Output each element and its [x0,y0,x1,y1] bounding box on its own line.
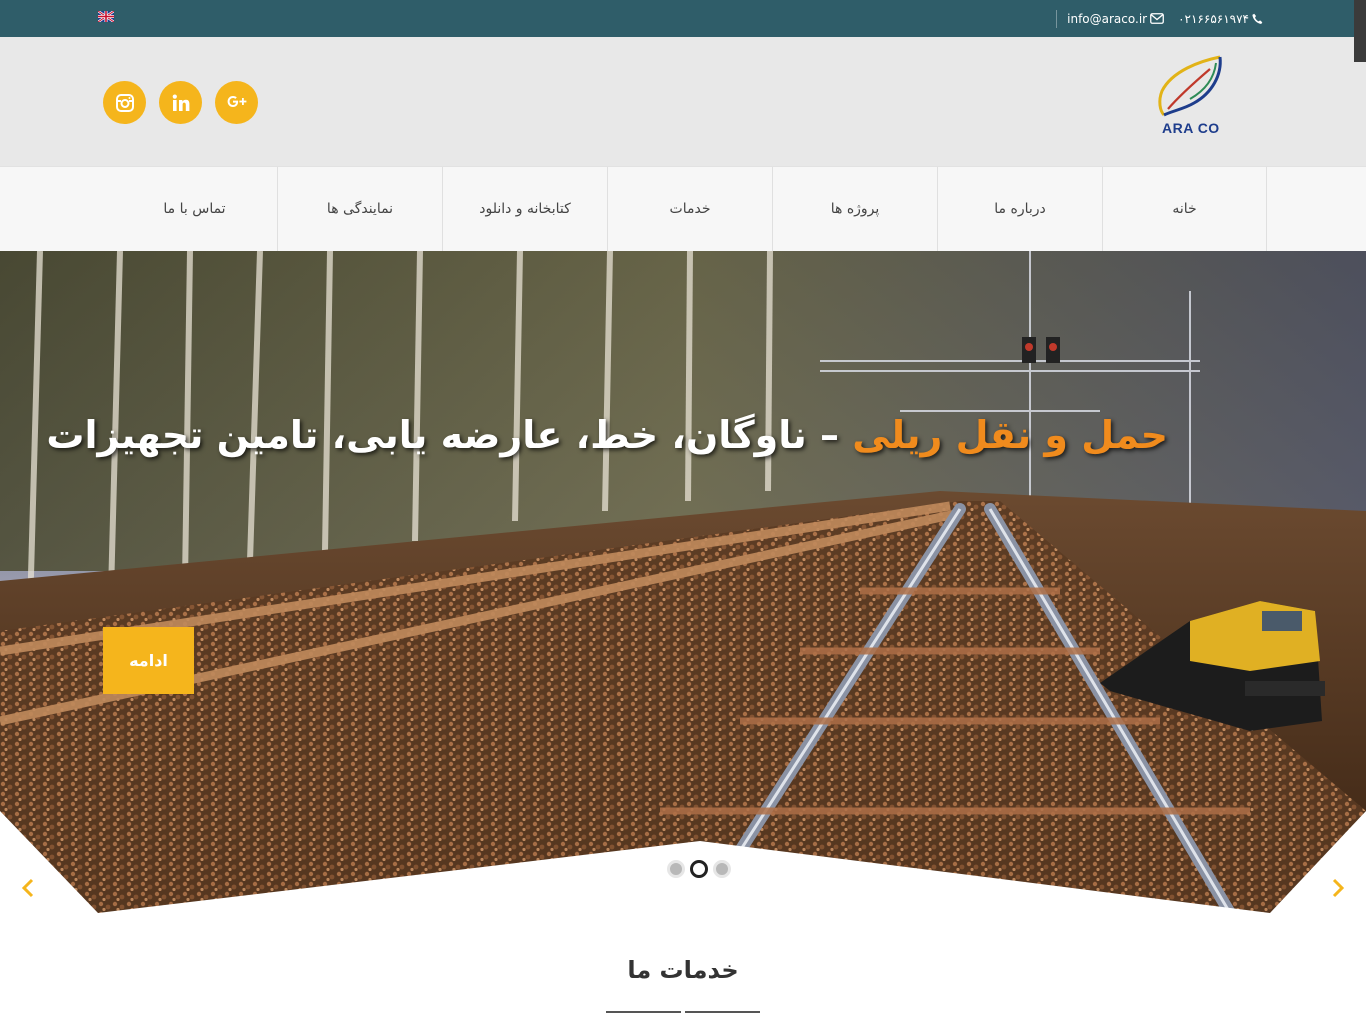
title-underline-left [606,1011,681,1013]
envelope-icon [1150,13,1164,24]
nav-agencies[interactable]: نمایندگی ها [277,167,442,251]
uk-flag-icon[interactable] [98,11,114,22]
instagram-button[interactable] [103,81,146,124]
phone-link[interactable]: ۰۲۱۶۶۵۶۱۹۷۴ [1178,12,1263,26]
railway-scene-image [0,251,1366,913]
nav-contact[interactable]: تماس با ما [112,167,277,251]
next-slide-arrow-icon[interactable] [1328,876,1348,900]
divider [1056,9,1058,28]
site-header: ARA CO [0,37,1366,166]
page-scrollbar[interactable] [1354,0,1366,62]
services-title: خدمات ما [627,956,739,984]
phone-icon [1252,13,1263,24]
leaf-logo-icon [1158,55,1222,117]
headline-highlight: حمل و نقل ریلی [852,413,1168,457]
slider-dots [667,860,731,878]
nav-home[interactable]: خانه [1102,167,1267,251]
araco-logo[interactable]: ARA CO [1150,51,1230,141]
hero-headline: حمل و نقل ریلی – ناوگان، خط، عارضه یابی،… [46,409,1168,461]
phone-text: ۰۲۱۶۶۵۶۱۹۷۴ [1178,11,1249,26]
google-plus-button[interactable] [215,81,258,124]
google-plus-icon [227,95,246,107]
linkedin-button[interactable] [159,81,202,124]
instagram-icon [115,93,134,112]
prev-slide-arrow-icon[interactable] [18,876,38,900]
email-text: info@araco.ir [1067,11,1148,26]
slider-dot-1[interactable] [667,860,685,878]
headline-rest: – ناوگان، خط، عارضه یابی، تامین تجهیزات [46,413,853,457]
main-nav: خانه درباره ما پروژه ها خدمات کتابخانه و… [0,166,1366,254]
title-underline-right [685,1011,760,1013]
slider-dot-3[interactable] [713,860,731,878]
nav-library[interactable]: کتابخانه و دانلود [442,167,607,251]
hero-slider: حمل و نقل ریلی – ناوگان، خط، عارضه یابی،… [0,251,1366,913]
slider-dot-2[interactable] [690,860,708,878]
top-bar: info@araco.ir ۰۲۱۶۶۵۶۱۹۷۴ [0,0,1366,37]
continue-button[interactable]: ادامه [103,627,194,694]
nav-projects[interactable]: پروژه ها [772,167,937,251]
nav-services[interactable]: خدمات [607,167,772,251]
nav-about[interactable]: درباره ما [937,167,1102,251]
linkedin-icon [172,94,189,111]
contact-info: info@araco.ir ۰۲۱۶۶۵۶۱۹۷۴ [1046,0,1263,37]
logo-text: ARA CO [1162,120,1220,136]
email-link[interactable]: info@araco.ir [1067,12,1164,26]
